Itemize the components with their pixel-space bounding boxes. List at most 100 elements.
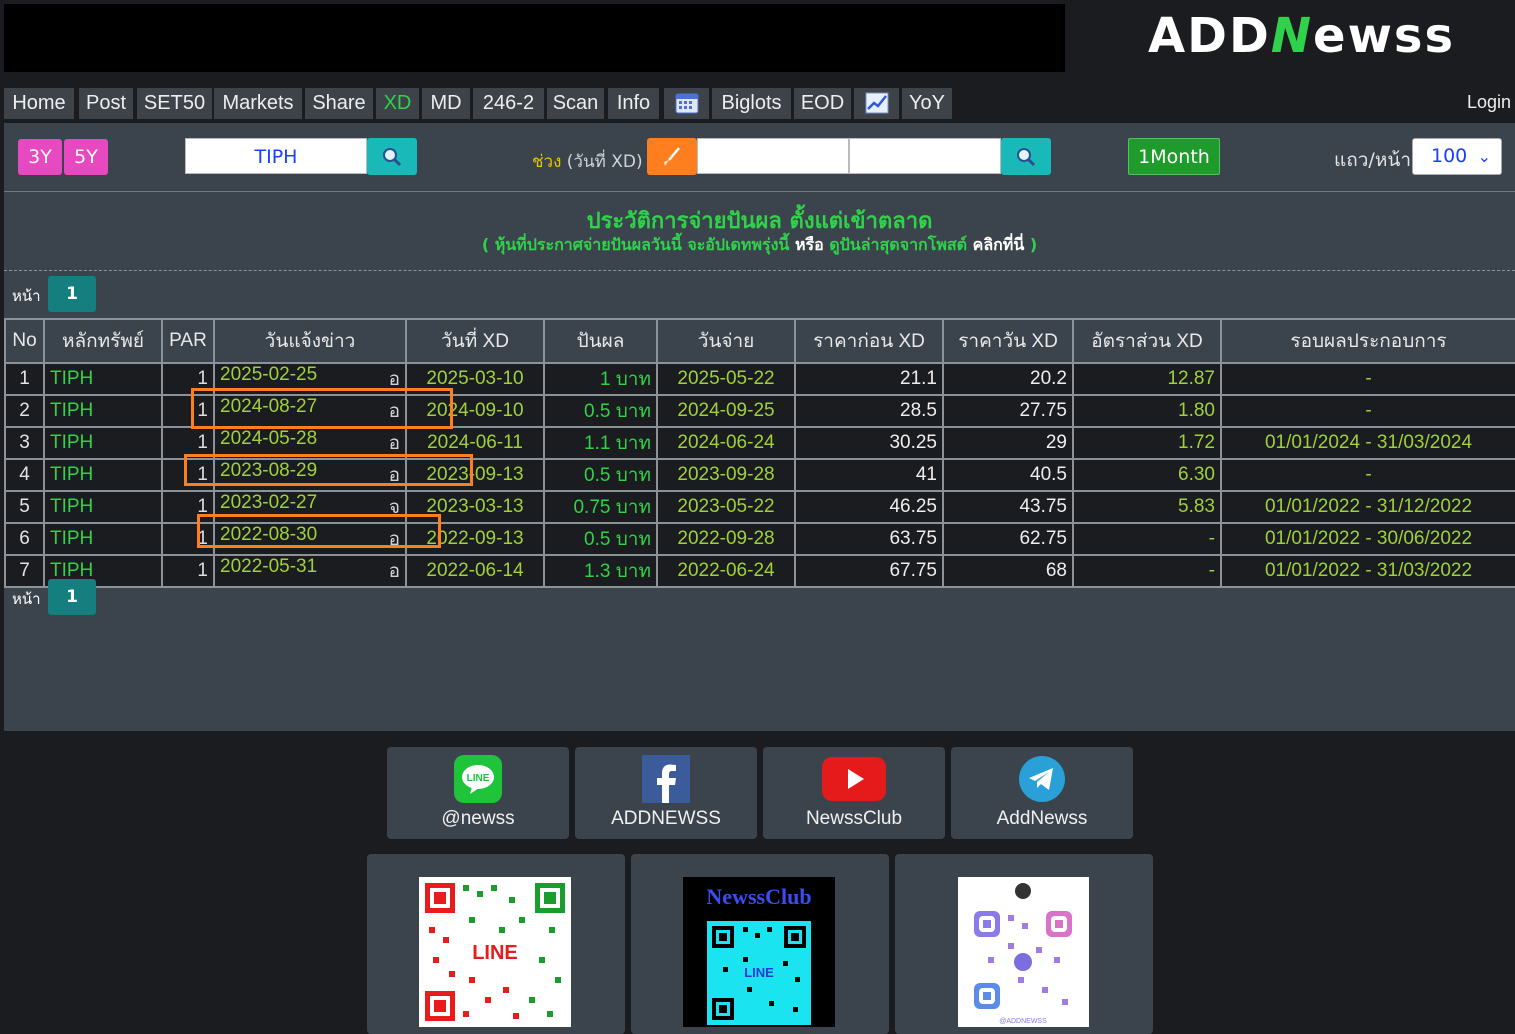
cell-price-on: 62.75 — [942, 522, 1074, 556]
rows-per-page-select[interactable]: 100 ⌄ — [1412, 138, 1502, 175]
cell-no: 6 — [4, 522, 45, 556]
cell-price-on: 27.75 — [942, 394, 1074, 428]
social-telegram-button[interactable]: AddNewss — [951, 747, 1133, 839]
cell-symbol[interactable]: TIPH — [43, 522, 163, 556]
brush-icon — [664, 147, 680, 166]
board-badge: อ — [388, 369, 400, 390]
nav-set50[interactable]: SET50 — [137, 88, 212, 119]
symbol-search-button[interactable] — [367, 138, 417, 175]
cell-pay-date: 2022-09-28 — [656, 522, 796, 556]
svg-text:LINE: LINE — [472, 942, 518, 964]
symbol-input[interactable]: TIPH — [185, 138, 367, 174]
cell-symbol[interactable]: TIPH — [43, 362, 163, 396]
cell-pay-date: 2025-05-22 — [656, 362, 796, 396]
cell-ratio: 1.80 — [1072, 394, 1222, 428]
date-to-input[interactable] — [849, 138, 1001, 174]
period-5y-button[interactable]: 5Y — [64, 139, 108, 175]
chevron-down-icon: ⌄ — [1477, 147, 1491, 166]
youtube-icon — [822, 757, 886, 801]
qr-card-newssclub: NewssClub LINE — [631, 854, 889, 1034]
newssclub-qr-code[interactable]: NewssClub LINE — [683, 877, 835, 1027]
table-row: 2 TIPH 1 2024-08-27 อ 2024-09-10 0.5 บาท … — [4, 394, 1515, 428]
col-header[interactable]: ราคาก่อน XD — [794, 318, 944, 364]
table-row: 1 TIPH 1 2025-02-25 อ 2025-03-10 1 บาท 20… — [4, 362, 1515, 396]
one-month-button[interactable]: 1Month — [1128, 138, 1220, 175]
cell-no: 4 — [4, 458, 45, 492]
nav-home[interactable]: Home — [4, 88, 74, 119]
qr-card-line: LINE — [367, 854, 625, 1034]
line-qr-code[interactable]: LINE — [419, 877, 571, 1027]
cell-par: 1 — [161, 394, 215, 428]
line-chart-icon — [865, 92, 888, 114]
board-badge: อ — [388, 433, 400, 454]
nav-yoy[interactable]: YoY — [902, 88, 952, 119]
telegram-qr-code[interactable]: @ADDNEWSS — [958, 877, 1089, 1027]
cell-par: 1 — [161, 522, 215, 556]
nav-chart[interactable] — [854, 88, 899, 119]
login-link[interactable]: Login — [1467, 92, 1515, 113]
nav-post[interactable]: Post — [79, 88, 133, 119]
social-facebook-button[interactable]: ADDNEWSS — [575, 747, 757, 839]
table-row: 7 TIPH 1 2022-05-31 อ 2022-06-14 1.3 บาท … — [4, 554, 1515, 588]
nav-info[interactable]: Info — [608, 88, 659, 119]
nav-biglots[interactable]: Biglots — [712, 88, 791, 119]
col-header[interactable]: ราคาวัน XD — [942, 318, 1074, 364]
line-icon: LINE — [454, 755, 502, 803]
cell-period: 01/01/2022 - 31/12/2022 — [1220, 490, 1515, 524]
period-3y-button[interactable]: 3Y — [18, 139, 62, 175]
cell-price-before: 46.25 — [794, 490, 944, 524]
col-header[interactable]: รอบผลประกอบการ — [1220, 318, 1515, 364]
cell-symbol[interactable]: TIPH — [43, 490, 163, 524]
col-header[interactable]: วันแจ้งข่าว — [213, 318, 407, 364]
cell-ratio: - — [1072, 554, 1222, 588]
cell-xd-date: 2023-09-13 — [405, 458, 545, 492]
cell-par: 1 — [161, 362, 215, 396]
site-logo[interactable]: ADDNewss — [1148, 6, 1455, 66]
cell-dividend: 0.5 บาท — [543, 394, 658, 428]
click-here-link[interactable]: คลิกที่นี่ — [973, 235, 1025, 254]
cell-announce-date: 2024-05-28 อ — [213, 426, 407, 460]
col-header[interactable]: วันที่ XD — [405, 318, 545, 364]
board-badge: อ — [388, 465, 400, 486]
cell-pay-date: 2023-05-22 — [656, 490, 796, 524]
cell-symbol[interactable]: TIPH — [43, 394, 163, 428]
col-header[interactable]: วันจ่าย — [656, 318, 796, 364]
banner-ad — [4, 4, 1065, 72]
qr-card-telegram: @ADDNEWSS — [895, 854, 1153, 1034]
col-header[interactable]: No — [4, 318, 45, 364]
cell-par: 1 — [161, 458, 215, 492]
date-from-input[interactable] — [697, 138, 849, 174]
cell-par: 1 — [161, 490, 215, 524]
cell-xd-date: 2022-06-14 — [405, 554, 545, 588]
nav-eod[interactable]: EOD — [794, 88, 851, 119]
pagination-label: หน้า — [12, 287, 41, 305]
cell-no: 2 — [4, 394, 45, 428]
table-row: 6 TIPH 1 2022-08-30 อ 2022-09-13 0.5 บาท … — [4, 522, 1515, 556]
clear-dates-button[interactable] — [647, 138, 697, 175]
nav-markets[interactable]: Markets — [214, 88, 302, 119]
page-1-button[interactable]: 1 — [48, 276, 96, 312]
nav-246-2[interactable]: 246-2 — [473, 88, 544, 119]
pagination-label: หน้า — [12, 590, 41, 608]
nav-xd[interactable]: XD — [376, 88, 419, 119]
nav-md[interactable]: MD — [422, 88, 470, 119]
nav-scan[interactable]: Scan — [547, 88, 604, 119]
page-1-button[interactable]: 1 — [48, 579, 96, 615]
social-line-button[interactable]: LINE @newss — [387, 747, 569, 839]
date-search-button[interactable] — [1001, 138, 1051, 175]
nav-calendar[interactable] — [664, 88, 709, 119]
cell-announce-date: 2024-08-27 อ — [213, 394, 407, 428]
col-header[interactable]: ปันผล — [543, 318, 658, 364]
cell-price-on: 43.75 — [942, 490, 1074, 524]
nav-share[interactable]: Share — [305, 88, 373, 119]
social-youtube-button[interactable]: NewssClub — [763, 747, 945, 839]
cell-xd-date: 2024-06-11 — [405, 426, 545, 460]
cell-announce-date: 2023-02-27 จ — [213, 490, 407, 524]
col-header[interactable]: อัตราส่วน XD — [1072, 318, 1222, 364]
col-header[interactable]: PAR — [161, 318, 215, 364]
cell-par: 1 — [161, 426, 215, 460]
table-row: 4 TIPH 1 2023-08-29 อ 2023-09-13 0.5 บาท … — [4, 458, 1515, 492]
col-header[interactable]: หลักทรัพย์ — [43, 318, 163, 364]
cell-symbol[interactable]: TIPH — [43, 426, 163, 460]
cell-symbol[interactable]: TIPH — [43, 458, 163, 492]
